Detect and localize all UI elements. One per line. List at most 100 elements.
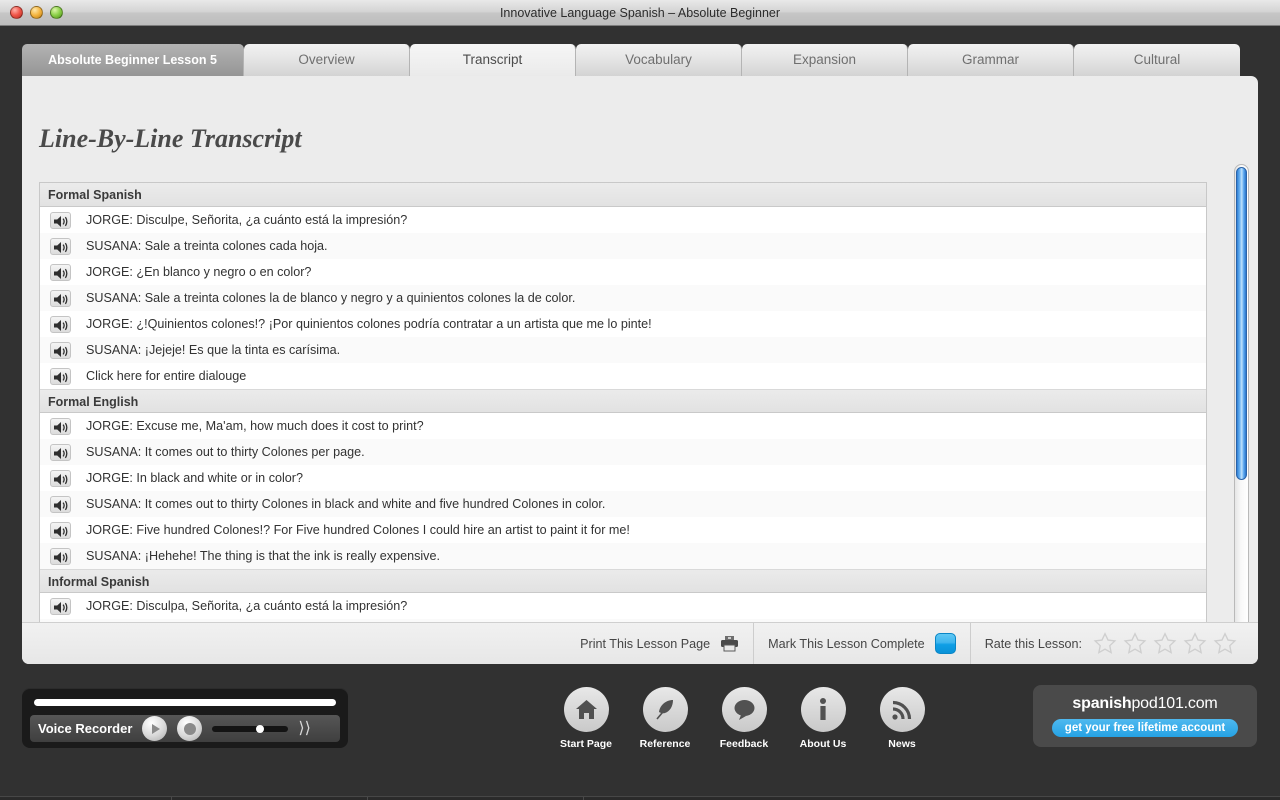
transcript-line[interactable]: SUSANA: Sale a treinta colones la de bla… xyxy=(40,285,1206,311)
window-body: Absolute Beginner Lesson 5 Overview Tran… xyxy=(0,26,1280,800)
tab-vocabulary[interactable]: Vocabulary xyxy=(576,44,742,77)
volume-slider-knob[interactable] xyxy=(256,725,264,733)
tab-grammar[interactable]: Grammar xyxy=(908,44,1074,77)
transcript-line[interactable]: JORGE: Disculpa, Señorita, ¿a cuánto est… xyxy=(40,593,1206,619)
transcript-line[interactable]: JORGE: ¿!Quinientos colones!? ¡Por quini… xyxy=(40,311,1206,337)
speaker-icon[interactable] xyxy=(50,316,71,333)
speaker-icon[interactable] xyxy=(50,496,71,513)
speaker-icon[interactable] xyxy=(50,368,71,385)
lesson-content-card: Line-By-Line Transcript Formal Spanish J… xyxy=(22,76,1258,664)
transcript-line[interactable]: JORGE: In black and white or in color? xyxy=(40,465,1206,491)
print-lesson-action[interactable]: Print This Lesson Page xyxy=(566,623,753,665)
mark-complete-checkbox[interactable] xyxy=(935,633,956,654)
transcript-line-text: SUSANA: ¡Hehehe! The thing is that the i… xyxy=(86,549,440,563)
mark-all-incomplete-button[interactable]: Mark All Lessons Incomplete xyxy=(368,797,584,800)
mark-complete-action[interactable]: Mark This Lesson Complete xyxy=(753,623,970,665)
bottom-nav: Start Page Reference Feedback xyxy=(555,687,933,750)
section-header-formal-english: Formal English xyxy=(40,389,1206,413)
open-lesson-drawer-button[interactable]: Open Lesson Drawer xyxy=(0,797,172,800)
info-icon[interactable] xyxy=(801,687,846,732)
transcript-line-entire-dialogue[interactable]: Click here for entire dialouge xyxy=(40,363,1206,389)
tab-transcript[interactable]: Transcript xyxy=(410,44,576,77)
tab-overview[interactable]: Overview xyxy=(244,44,410,77)
star-outline-icon[interactable] xyxy=(1212,631,1238,656)
vertical-scrollbar[interactable] xyxy=(1234,164,1249,664)
rss-icon[interactable] xyxy=(880,687,925,732)
status-bar: Open Lesson Drawer Clear All Lesson Rati… xyxy=(0,796,1280,800)
transcript-line-text: JORGE: In black and white or in color? xyxy=(86,471,303,485)
transcript-line[interactable]: SUSANA: ¡Hehehe! The thing is that the i… xyxy=(40,543,1206,569)
bottom-toolbar: Voice Recorder ⟩⟩ Start Page xyxy=(0,679,1280,774)
speaker-icon[interactable] xyxy=(50,470,71,487)
promo-cta-button[interactable]: get your free lifetime account xyxy=(1052,719,1238,737)
tab-lesson-title[interactable]: Absolute Beginner Lesson 5 xyxy=(22,44,244,77)
transcript-line[interactable]: SUSANA: Sale a treinta colones cada hoja… xyxy=(40,233,1206,259)
rate-lesson-label: Rate this Lesson: xyxy=(985,637,1082,651)
volume-slider[interactable] xyxy=(212,726,288,732)
page-title: Line-By-Line Transcript xyxy=(39,124,302,154)
rating-stars[interactable] xyxy=(1092,631,1244,656)
transcript-line[interactable]: JORGE: Excuse me, Ma'am, how much does i… xyxy=(40,413,1206,439)
home-icon[interactable] xyxy=(564,687,609,732)
speaker-icon[interactable] xyxy=(50,290,71,307)
recorder-controls: Voice Recorder ⟩⟩ xyxy=(30,715,340,742)
window-title: Innovative Language Spanish – Absolute B… xyxy=(0,0,1280,26)
scrollbar-thumb[interactable] xyxy=(1236,167,1247,480)
transcript-line[interactable]: JORGE: Five hundred Colones!? For Five h… xyxy=(40,517,1206,543)
transcript-line[interactable]: JORGE: ¿En blanco y negro o en color? xyxy=(40,259,1206,285)
application-window: Innovative Language Spanish – Absolute B… xyxy=(0,0,1280,800)
recorder-label: Voice Recorder xyxy=(38,721,132,736)
star-outline-icon[interactable] xyxy=(1182,631,1208,656)
speaker-icon[interactable] xyxy=(50,264,71,281)
play-icon[interactable] xyxy=(142,716,167,741)
nav-label: Feedback xyxy=(720,738,768,750)
speaker-icon[interactable] xyxy=(50,522,71,539)
speaker-icon[interactable] xyxy=(50,342,71,359)
speaker-icon[interactable] xyxy=(50,418,71,435)
nav-item-news[interactable]: News xyxy=(871,687,933,750)
record-icon[interactable] xyxy=(177,716,202,741)
clear-ratings-button[interactable]: Clear All Lesson Ratings xyxy=(172,797,368,800)
tab-cultural[interactable]: Cultural xyxy=(1074,44,1240,77)
promo-brand: spanishpod101.com xyxy=(1072,695,1217,713)
speaker-icon[interactable] xyxy=(50,548,71,565)
speaker-icon[interactable] xyxy=(50,444,71,461)
nav-item-about-us[interactable]: About Us xyxy=(792,687,854,750)
voice-recorder: Voice Recorder ⟩⟩ xyxy=(22,688,348,748)
nav-label: Start Page xyxy=(560,738,612,750)
nav-label: Reference xyxy=(640,738,691,750)
transcript-line[interactable]: JORGE: Disculpe, Señorita, ¿a cuánto est… xyxy=(40,207,1206,233)
promo-box: spanishpod101.com get your free lifetime… xyxy=(1033,685,1257,747)
transcript-line-text: JORGE: Five hundred Colones!? For Five h… xyxy=(86,523,630,537)
nav-label: About Us xyxy=(800,738,847,750)
transcript-line[interactable]: SUSANA: It comes out to thirty Colones p… xyxy=(40,439,1206,465)
recorder-waveform xyxy=(34,699,336,706)
transcript-line-text: Click here for entire dialouge xyxy=(86,369,246,383)
star-outline-icon[interactable] xyxy=(1092,631,1118,656)
section-header-informal-spanish: Informal Spanish xyxy=(40,569,1206,593)
transcript-line[interactable]: SUSANA: It comes out to thirty Colones i… xyxy=(40,491,1206,517)
transcript-panel: Formal Spanish JORGE: Disculpe, Señorita… xyxy=(39,182,1207,656)
lesson-tabbar: Absolute Beginner Lesson 5 Overview Tran… xyxy=(22,44,1258,77)
nav-item-reference[interactable]: Reference xyxy=(634,687,696,750)
speaker-icon[interactable] xyxy=(50,598,71,615)
rate-lesson-action: Rate this Lesson: xyxy=(970,623,1258,665)
feather-icon[interactable] xyxy=(643,687,688,732)
speaker-icon[interactable] xyxy=(50,238,71,255)
printer-icon[interactable] xyxy=(720,635,739,652)
transcript-line-text: SUSANA: ¡Jejeje! Es que la tinta es carí… xyxy=(86,343,340,357)
transcript-line-text: JORGE: Excuse me, Ma'am, how much does i… xyxy=(86,419,424,433)
star-outline-icon[interactable] xyxy=(1122,631,1148,656)
transcript-line[interactable]: SUSANA: ¡Jejeje! Es que la tinta es carí… xyxy=(40,337,1206,363)
print-lesson-label: Print This Lesson Page xyxy=(580,637,710,651)
promo-brand-rest: pod101.com xyxy=(1131,695,1217,712)
section-header-formal-spanish: Formal Spanish xyxy=(40,183,1206,207)
speaker-icon[interactable] xyxy=(50,212,71,229)
nav-item-start-page[interactable]: Start Page xyxy=(555,687,617,750)
speech-bubble-icon[interactable] xyxy=(722,687,767,732)
nav-item-feedback[interactable]: Feedback xyxy=(713,687,775,750)
nav-label: News xyxy=(888,738,915,750)
transcript-line-text: SUSANA: It comes out to thirty Colones i… xyxy=(86,497,605,511)
tab-expansion[interactable]: Expansion xyxy=(742,44,908,77)
star-outline-icon[interactable] xyxy=(1152,631,1178,656)
